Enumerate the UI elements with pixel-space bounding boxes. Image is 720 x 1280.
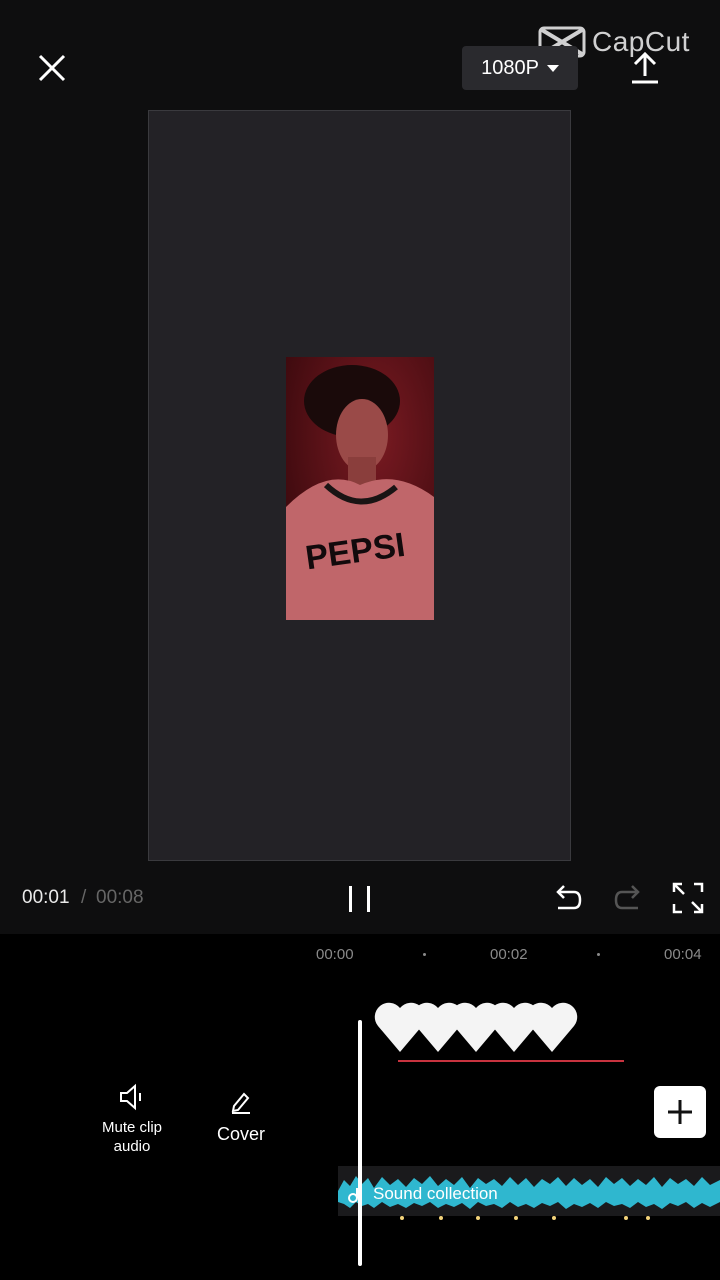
beat-marker [400, 1216, 404, 1220]
fullscreen-button[interactable] [670, 880, 706, 916]
speaker-icon [120, 1083, 141, 1111]
beat-marker [476, 1216, 480, 1220]
heart-icon [526, 1002, 578, 1052]
preview-photo: PEPSI [286, 357, 434, 620]
playhead[interactable] [358, 1020, 362, 1266]
close-button[interactable] [30, 46, 74, 90]
total-time: 00:08 [96, 887, 144, 908]
undo-button[interactable] [550, 882, 584, 916]
clip-duration-line [398, 1060, 624, 1062]
ruler-label: 00:00 [316, 946, 354, 963]
ruler-dot [597, 953, 600, 956]
video-clip-track[interactable] [374, 994, 578, 1058]
cover-label: Cover [216, 1124, 265, 1144]
heart-clips [374, 1002, 578, 1052]
beat-marker [624, 1216, 628, 1220]
cover-button[interactable]: Cover [210, 1088, 272, 1145]
redo-icon [614, 885, 640, 910]
pencil-icon [231, 1092, 250, 1114]
resolution-selector[interactable]: 1080P [462, 46, 578, 90]
caret-down-icon [546, 64, 559, 72]
resolution-label: 1080P [481, 56, 539, 79]
time-separator: / [81, 887, 87, 908]
audio-track[interactable]: Sound collection [338, 1166, 720, 1216]
ruler-label: 00:02 [490, 946, 528, 963]
fullscreen-icon [672, 882, 704, 914]
beat-marker [552, 1216, 556, 1220]
redo-button[interactable] [612, 882, 646, 916]
beat-marker [646, 1216, 650, 1220]
pause-button[interactable] [340, 880, 380, 920]
add-clip-button[interactable] [654, 1086, 706, 1138]
audio-track-label: Sound collection [373, 1184, 498, 1203]
current-time: 00:01 [22, 887, 70, 908]
mute-label-line2: audio [113, 1138, 151, 1155]
ruler-dot [423, 953, 426, 956]
mute-label: Mute clip audio [102, 1118, 162, 1156]
mute-label-line1: Mute clip [101, 1119, 163, 1136]
undo-icon [556, 885, 582, 910]
upload-icon [632, 51, 658, 84]
pause-icon [349, 886, 370, 912]
close-icon [38, 54, 66, 82]
ruler-label: 00:04 [664, 946, 702, 963]
export-button[interactable] [622, 46, 668, 90]
mute-clip-audio-button[interactable]: Mute clip audio [92, 1082, 172, 1156]
beat-marker [514, 1216, 518, 1220]
beat-marker [439, 1216, 443, 1220]
plus-icon [668, 1100, 692, 1124]
